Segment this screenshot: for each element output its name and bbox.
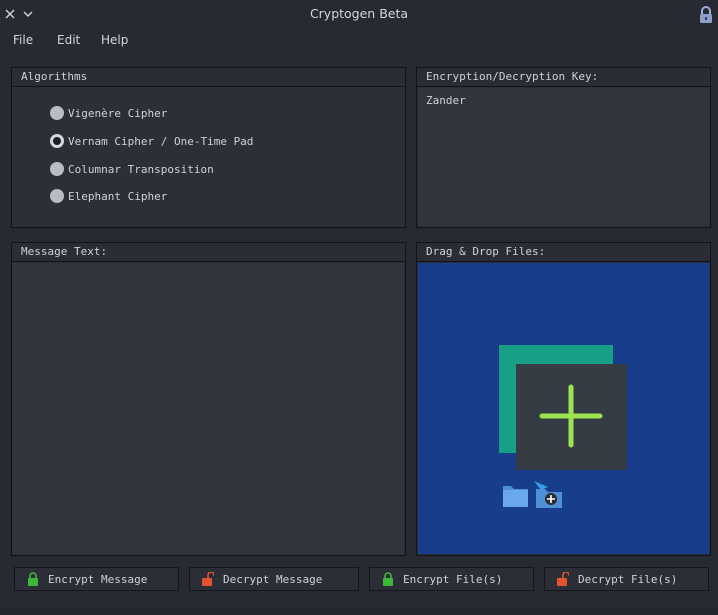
- radio-button-checked[interactable]: [50, 134, 64, 148]
- lock-closed-icon: [383, 572, 393, 586]
- message-textarea[interactable]: [13, 263, 404, 554]
- radio-columnar[interactable]: Columnar Transposition: [50, 160, 214, 178]
- encrypt-message-label: Encrypt Message: [48, 572, 148, 586]
- algorithms-title: Algorithms: [12, 68, 405, 87]
- radio-button[interactable]: [50, 189, 64, 203]
- lock-icon[interactable]: [698, 6, 714, 24]
- algorithms-options: Vigenère Cipher Vernam Cipher / One-Time…: [12, 87, 405, 227]
- lock-open-icon: [202, 572, 214, 586]
- drop-body: [417, 262, 710, 555]
- decrypt-files-label: Decrypt File(s): [578, 572, 678, 586]
- key-input[interactable]: Zander: [418, 88, 709, 226]
- lock-open-icon: [557, 572, 569, 586]
- decrypt-message-button[interactable]: Decrypt Message: [189, 567, 359, 591]
- algorithms-panel: Algorithms Vigenère Cipher Vernam Cipher…: [11, 67, 406, 228]
- drop-panel: Drag & Drop Files:: [416, 242, 711, 556]
- key-title: Encryption/Decryption Key:: [417, 68, 710, 87]
- drop-title: Drag & Drop Files:: [417, 243, 710, 262]
- title-bar: Cryptogen Beta: [0, 0, 718, 29]
- drop-zone[interactable]: [418, 263, 709, 554]
- encrypt-files-label: Encrypt File(s): [403, 572, 503, 586]
- radio-label: Columnar Transposition: [68, 162, 214, 176]
- decrypt-files-button[interactable]: Decrypt File(s): [544, 567, 709, 591]
- radio-label: Vigenère Cipher: [68, 106, 168, 120]
- encrypt-files-button[interactable]: Encrypt File(s): [369, 567, 534, 591]
- message-body: [12, 262, 405, 555]
- window-title: Cryptogen Beta: [309, 6, 409, 21]
- radio-label: Vernam Cipher / One-Time Pad: [68, 134, 254, 148]
- radio-elephant[interactable]: Elephant Cipher: [50, 187, 167, 205]
- menu-edit[interactable]: Edit: [57, 33, 80, 47]
- encrypt-message-button[interactable]: Encrypt Message: [14, 567, 179, 591]
- add-files-icon: [499, 345, 627, 508]
- radio-button[interactable]: [50, 162, 64, 176]
- key-panel: Encryption/Decryption Key: Zander: [416, 67, 711, 228]
- radio-vernam[interactable]: Vernam Cipher / One-Time Pad: [50, 132, 253, 150]
- radio-label: Elephant Cipher: [68, 189, 168, 203]
- message-title: Message Text:: [12, 243, 405, 262]
- menu-file[interactable]: File: [13, 33, 33, 47]
- key-body: Zander: [417, 87, 710, 227]
- radio-vigenere[interactable]: Vigenère Cipher: [50, 104, 167, 122]
- decrypt-message-label: Decrypt Message: [223, 572, 323, 586]
- message-panel: Message Text:: [11, 242, 406, 556]
- menu-bar: File Edit Help: [0, 29, 718, 53]
- menu-help[interactable]: Help: [101, 33, 128, 47]
- lock-closed-icon: [28, 572, 38, 586]
- window-bottom-edge: [0, 608, 718, 615]
- radio-button[interactable]: [50, 106, 64, 120]
